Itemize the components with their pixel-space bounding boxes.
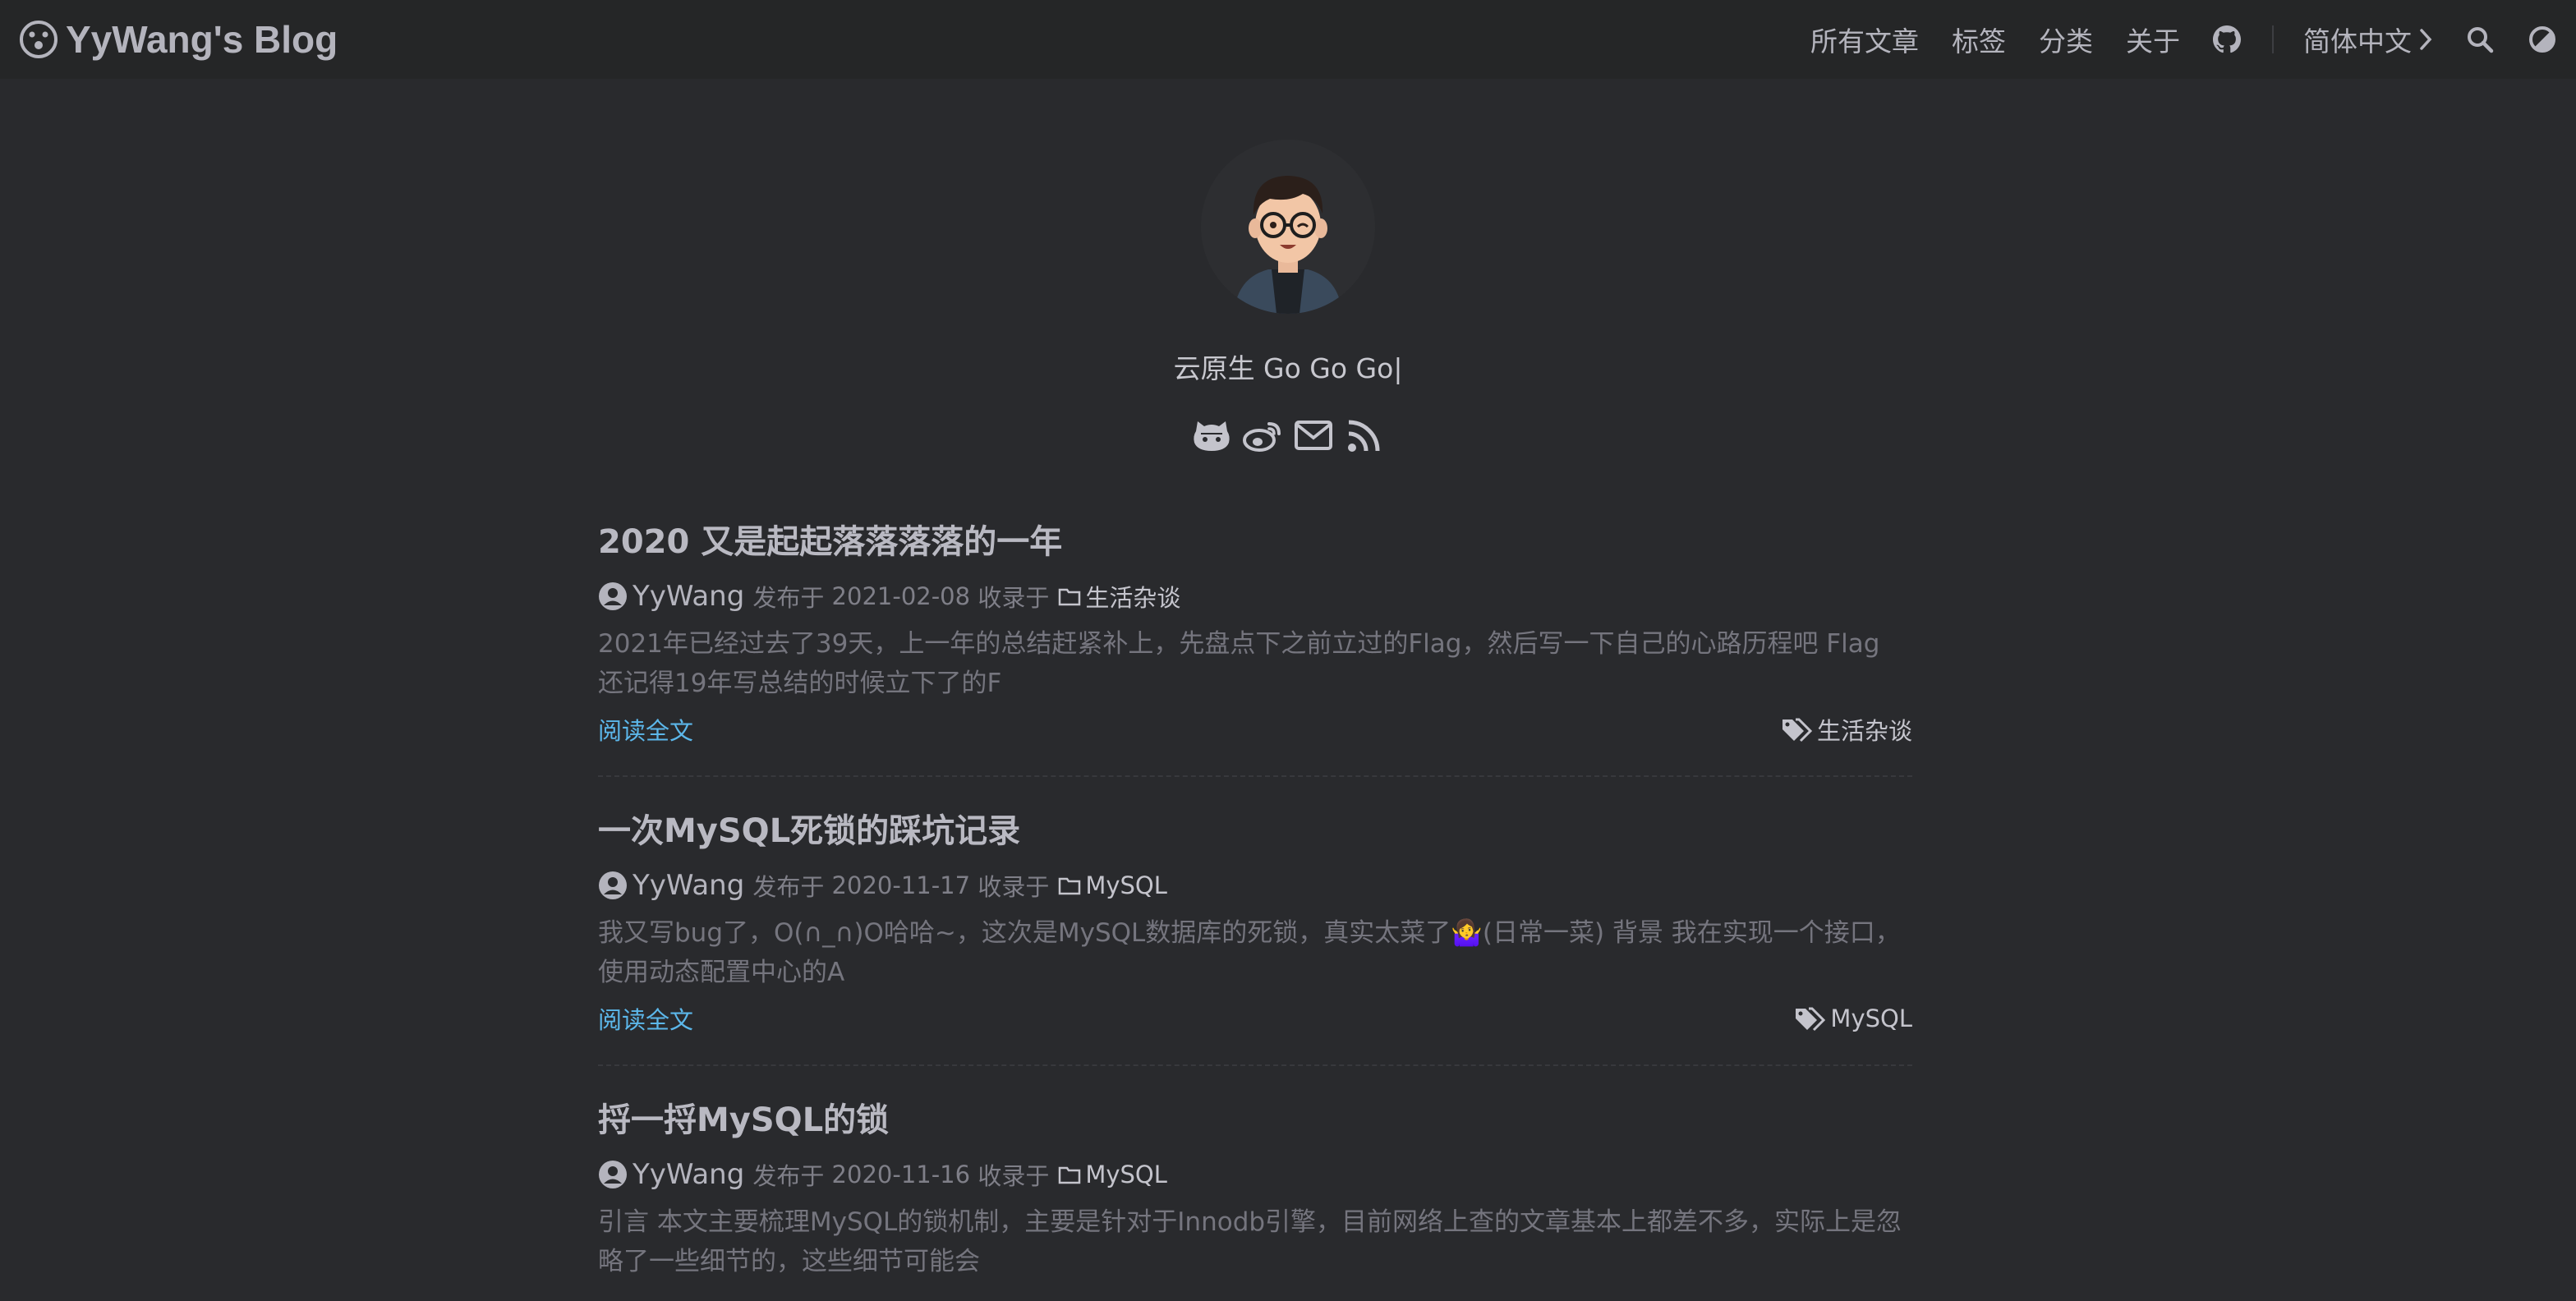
github-nav-link[interactable] bbox=[2213, 25, 2242, 54]
post-author[interactable]: YyWang bbox=[632, 869, 744, 902]
post-summary: 2021年已经过去了39天，上一年的总结赶紧补上，先盘点下之前立过的Flag，然… bbox=[598, 629, 1880, 698]
nav-all-posts[interactable]: 所有文章 bbox=[1810, 20, 1919, 59]
post-date: 2021-02-08 bbox=[831, 582, 971, 610]
collected-label: 收录于 bbox=[978, 873, 1050, 901]
tags-icon bbox=[1782, 718, 1812, 742]
post-date: 2020-11-16 bbox=[831, 1161, 971, 1188]
language-switcher[interactable]: 简体中文 bbox=[2303, 20, 2433, 59]
post-title[interactable]: 一次MySQL死锁的踩坑记录 bbox=[598, 805, 1912, 857]
post-summary: 引言 本文主要梳理MySQL的锁机制，主要是针对于Innodb引擎，目前网络上查… bbox=[598, 1207, 1902, 1276]
post-date: 2020-11-17 bbox=[831, 871, 971, 899]
tags-icon bbox=[1796, 1007, 1826, 1032]
collected-label: 收录于 bbox=[978, 1162, 1050, 1190]
post-title[interactable]: 2020 又是起起落落落落的一年 bbox=[598, 516, 1912, 568]
rss-icon bbox=[1348, 420, 1380, 452]
search-icon bbox=[2468, 27, 2494, 53]
post-item: 2020 又是起起落落落落的一年 YyWang 发布于 2021-02-08 收… bbox=[598, 516, 1912, 777]
post-item: 捋一捋MySQL的锁 YyWang 发布于 2020-11-16 收录于 MyS… bbox=[598, 1094, 1912, 1301]
theme-toggle-button[interactable] bbox=[2528, 25, 2558, 54]
post-meta: YyWang 发布于 2021-02-08 收录于 生活杂谈 bbox=[598, 578, 1912, 614]
language-label: 简体中文 bbox=[2303, 25, 2412, 57]
folder-icon bbox=[1059, 877, 1081, 895]
weibo-social-link[interactable] bbox=[1243, 416, 1282, 455]
read-more-link[interactable]: 阅读全文 bbox=[598, 712, 693, 747]
nav-about[interactable]: 关于 bbox=[2126, 20, 2180, 59]
email-icon bbox=[1295, 421, 1332, 450]
main-nav: 所有文章 标签 分类 关于 简体中文 bbox=[1810, 0, 2558, 79]
brand-title: YyWang's Blog bbox=[66, 18, 338, 61]
nav-divider bbox=[2272, 25, 2274, 53]
published-label: 发布于 bbox=[752, 584, 825, 612]
published-label: 发布于 bbox=[752, 1162, 825, 1190]
site-header: YyWang's Blog 所有文章 标签 分类 关于 简体中文 bbox=[0, 0, 2576, 79]
github-icon bbox=[2213, 25, 2241, 53]
post-list: 2020 又是起起落落落落的一年 YyWang 发布于 2021-02-08 收… bbox=[598, 516, 1912, 1301]
smiley-logo-icon bbox=[20, 21, 58, 58]
nav-tags[interactable]: 标签 bbox=[1952, 20, 2006, 59]
post-tag[interactable]: MySQL bbox=[1830, 1004, 1912, 1032]
post-author[interactable]: YyWang bbox=[632, 580, 744, 613]
nav-categories[interactable]: 分类 bbox=[2039, 20, 2093, 59]
search-button[interactable] bbox=[2466, 25, 2496, 54]
avatar[interactable] bbox=[1201, 140, 1375, 314]
folder-icon bbox=[1059, 588, 1081, 606]
read-more-link[interactable]: 阅读全文 bbox=[598, 1001, 693, 1036]
post-category[interactable]: MySQL bbox=[1085, 1161, 1167, 1188]
post-footer: 阅读全文 MySQL bbox=[598, 1000, 1912, 1037]
github-icon bbox=[1194, 421, 1230, 451]
rss-social-link[interactable] bbox=[1345, 416, 1384, 455]
brand-link[interactable]: YyWang's Blog bbox=[18, 17, 338, 62]
user-circle-icon bbox=[599, 1161, 627, 1188]
post-tag[interactable]: 生活杂谈 bbox=[1817, 712, 1912, 747]
post-category[interactable]: 生活杂谈 bbox=[1085, 579, 1180, 614]
folder-icon bbox=[1059, 1166, 1081, 1184]
user-circle-icon bbox=[599, 871, 627, 899]
email-social-link[interactable] bbox=[1294, 416, 1333, 455]
post-category[interactable]: MySQL bbox=[1085, 871, 1167, 899]
collected-label: 收录于 bbox=[978, 584, 1050, 612]
profile-section: 云原生 Go Go Go| bbox=[0, 140, 2576, 455]
post-title[interactable]: 捋一捋MySQL的锁 bbox=[598, 1094, 1912, 1147]
post-meta: YyWang 发布于 2020-11-17 收录于 MySQL bbox=[598, 867, 1912, 903]
post-item: 一次MySQL死锁的踩坑记录 YyWang 发布于 2020-11-17 收录于… bbox=[598, 805, 1912, 1066]
post-footer: 阅读全文 生活杂谈 bbox=[598, 711, 1912, 747]
weibo-icon bbox=[1243, 422, 1281, 452]
published-label: 发布于 bbox=[752, 873, 825, 901]
post-tags: 生活杂谈 bbox=[1781, 712, 1912, 747]
chevron-right-icon bbox=[2420, 29, 2432, 50]
post-author[interactable]: YyWang bbox=[632, 1158, 744, 1191]
avatar-illustration bbox=[1201, 140, 1375, 314]
post-summary: 我又写bug了，O(∩_∩)O哈哈~，这次是MySQL数据库的死锁，真实太菜了🤷… bbox=[598, 918, 1901, 987]
github-social-link[interactable] bbox=[1192, 416, 1231, 455]
site-subtitle: 云原生 Go Go Go| bbox=[1173, 352, 1403, 384]
user-circle-icon bbox=[599, 582, 627, 610]
post-tags: MySQL bbox=[1794, 1004, 1912, 1032]
theme-toggle-icon bbox=[2529, 26, 2555, 53]
post-meta: YyWang 发布于 2020-11-16 收录于 MySQL bbox=[598, 1156, 1912, 1193]
social-links bbox=[1192, 416, 1384, 455]
